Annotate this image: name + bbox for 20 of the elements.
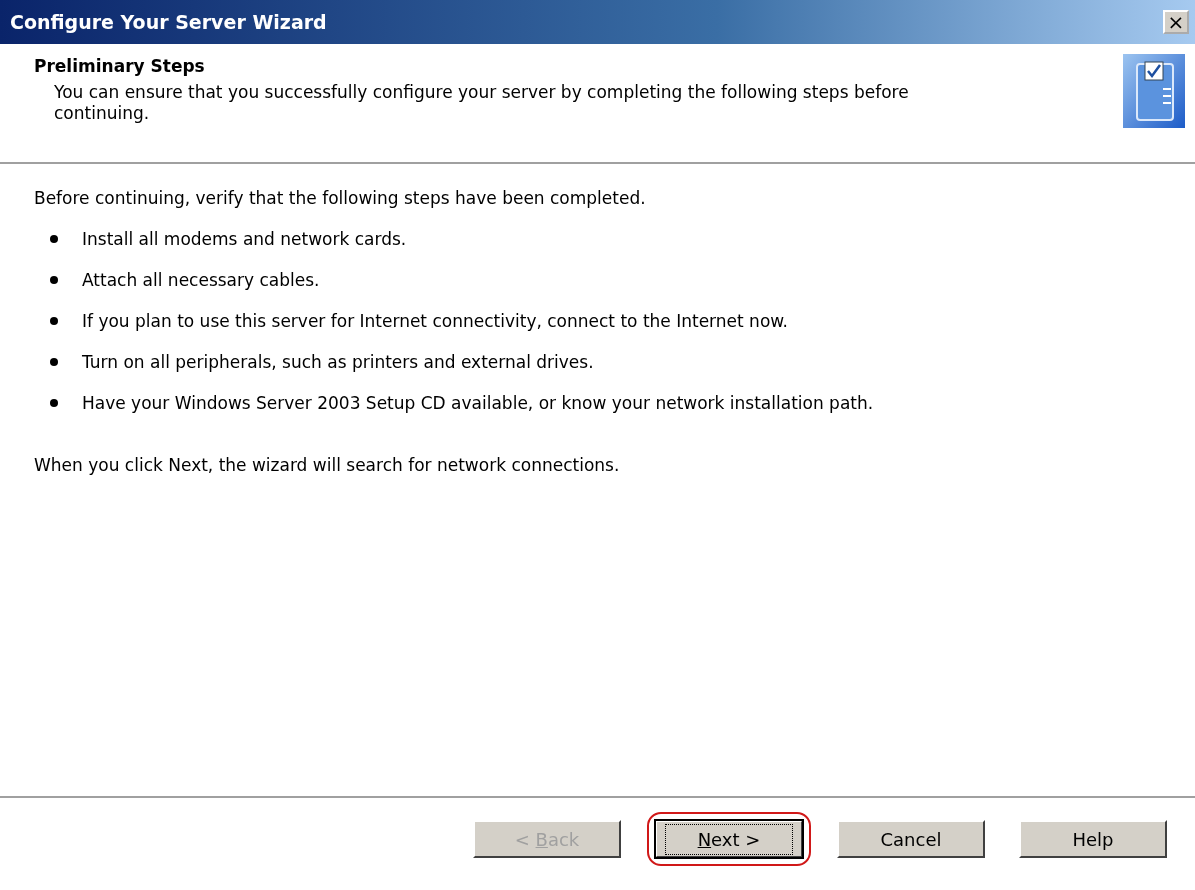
- bullet-icon: [50, 316, 58, 325]
- bullet-icon: [50, 357, 58, 366]
- close-button[interactable]: ×: [1163, 10, 1189, 34]
- step-text: Have your Windows Server 2003 Setup CD available, or know your network installation path.: [82, 392, 874, 413]
- note-text: When you click Next, the wizard will search for network connections.: [34, 455, 621, 475]
- step-text: Attach all necessary cables.: [82, 269, 320, 290]
- bullet-icon: [50, 234, 58, 243]
- instruction-text: Before continuing, verify that the following steps have been completed.: [34, 188, 647, 208]
- step-text: Install all modems and network cards.: [82, 228, 407, 249]
- wizard-button[interactable]: Next >: [655, 820, 803, 858]
- wizard-button[interactable]: Help: [1019, 820, 1167, 858]
- wizard-button[interactable]: Cancel: [837, 820, 985, 858]
- checklist-document-icon: [1123, 54, 1185, 128]
- step-text: If you plan to use this server for Internet connectivity, connect to the Internet now.: [82, 310, 789, 331]
- step-text: Turn on all peripherals, such as printers and external drives.: [82, 351, 594, 372]
- page-description: You can ensure that you successfully configure your server by completing the following steps before continuing.: [54, 82, 910, 124]
- page-heading: Preliminary Steps: [34, 56, 206, 76]
- bullet-icon: [50, 275, 58, 284]
- window-title: Configure Your Server Wizard: [10, 11, 327, 33]
- bullet-icon: [50, 398, 58, 407]
